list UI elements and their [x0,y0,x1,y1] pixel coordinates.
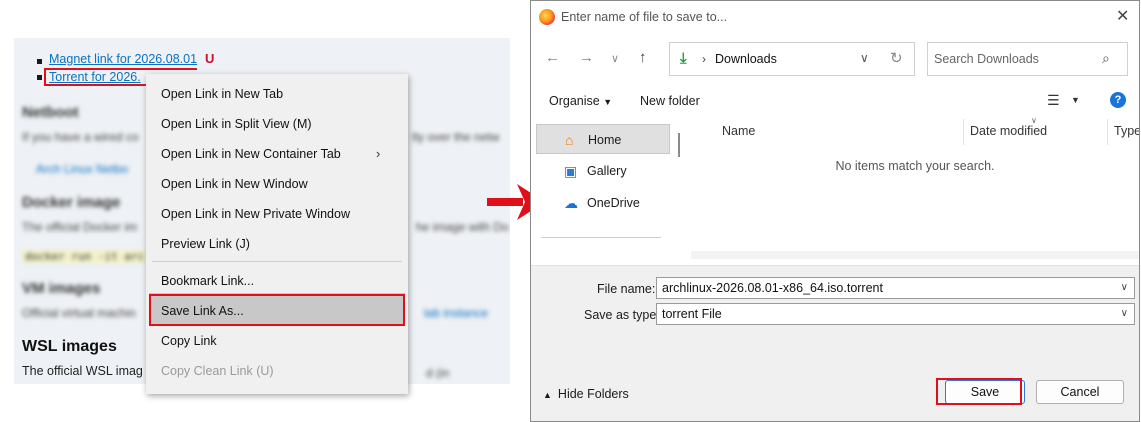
forward-arrow-icon[interactable]: → [579,49,594,66]
up-arrow-icon[interactable]: ↑ [639,49,647,66]
organise-button[interactable]: Organise ▼ [549,94,612,108]
dialog-title: Enter name of file to save to... [561,10,728,24]
chevron-right-icon: › [376,146,381,161]
nav-scrollbar[interactable] [678,133,680,157]
netboot-heading: Netboot [22,104,79,121]
wsl-text-tail: d (in [426,366,450,380]
netboot-text: If you have a wired co [22,130,139,144]
caret-down-icon[interactable]: ▼ [1071,95,1080,105]
close-icon[interactable]: ✕ [1116,6,1129,26]
dialog-buttons: ▲ Hide Folders Save Cancel [531,365,1139,421]
cloud-icon: ☁ [564,195,578,211]
home-icon: ⌂ [565,132,574,148]
list-bullet [37,59,42,64]
horizontal-scrollbar[interactable] [691,251,1139,259]
netboot-link: Arch Linux Netbo [36,162,129,176]
gallery-icon: ▣ [564,163,578,179]
file-name-value[interactable]: archlinux-2026.08.01-x86_64.iso.torrent [662,281,883,295]
context-menu: Open Link in New Tab Open Link in Split … [146,74,408,394]
vm-heading: VM images [22,280,101,297]
firefox-icon [539,9,555,25]
nav-item-label: Home [588,133,622,147]
address-bar[interactable]: ⤓ › Downloads ∨ ↻ [669,42,915,76]
menu-copy-clean-link: Copy Clean Link (U) [161,364,274,378]
save-type-label: Save as type: [584,308,660,322]
nav-item-onedrive[interactable]: ☁ OneDrive [536,188,670,218]
nav-item-gallery[interactable]: ▣ Gallery [536,156,670,186]
annotation-torrent-bottom [44,84,146,86]
navigation-row: ← → ∨ ↑ ⤓ › Downloads ∨ ↻ ⌕ [531,39,1139,79]
annotation-torrent-top [44,68,197,71]
menu-preview-link[interactable]: Preview Link (J) [161,237,250,251]
search-icon[interactable]: ⌕ [1102,50,1110,67]
refresh-icon[interactable]: ↻ [890,49,903,67]
view-options-icon[interactable]: ☰ [1047,92,1060,109]
chevron-down-icon[interactable]: ∨ [860,51,869,65]
save-type-select[interactable]: torrent File ∨ [656,303,1135,325]
file-name-label: File name: [597,282,656,296]
chevron-right-icon: › [702,52,706,66]
file-list: Name ∨ Date modified Type No items match… [691,116,1139,261]
column-separator [963,119,964,145]
caret-down-icon: ▼ [603,97,613,107]
navigation-pane: ⌂ Home ▣ Gallery ☁ OneDrive [531,119,683,261]
save-type-value[interactable]: torrent File [662,307,722,321]
wsl-heading: WSL images [22,338,117,355]
organise-label: Organise [549,94,600,108]
magnet-link[interactable]: Magnet link for 2026.08.01 [49,52,197,66]
hide-folders-button[interactable]: ▲ Hide Folders [543,387,629,401]
search-box[interactable]: ⌕ [927,42,1128,76]
nav-item-label: Gallery [587,164,627,178]
browser-page: Magnet link for 2026.08.01 U Torrent for… [0,0,510,422]
back-arrow-icon[interactable]: ← [545,49,560,66]
netboot-text-tail: tly over the netw [412,130,500,144]
download-icon: ⤓ [680,50,687,67]
vm-text: Official virtual machin [22,306,136,320]
nav-item-label: OneDrive [587,196,640,210]
menu-open-container-tab[interactable]: Open Link in New Container Tab [161,147,341,161]
nav-separator [541,237,661,238]
menu-separator [152,261,402,262]
docker-text: The official Docker im [22,220,138,234]
column-header-type[interactable]: Type [1114,124,1139,138]
wsl-text: The official WSL imag [22,364,143,378]
docker-heading: Docker image [22,194,121,211]
column-header-date[interactable]: Date modified [970,124,1047,138]
menu-open-new-window[interactable]: Open Link in New Window [161,177,308,191]
menu-copy-link[interactable]: Copy Link [161,334,217,348]
chevron-down-icon[interactable]: ∨ [1121,282,1128,293]
menu-bookmark-link[interactable]: Bookmark Link... [161,274,254,288]
docker-text-tail: he image with Do [416,220,509,234]
nav-item-home[interactable]: ⌂ Home [536,124,670,154]
dialog-titlebar: Enter name of file to save to... ✕ [531,1,1139,33]
file-name-field[interactable]: archlinux-2026.08.01-x86_64.iso.torrent … [656,277,1135,299]
caret-up-icon: ▲ [543,390,552,400]
save-dialog: Enter name of file to save to... ✕ ← → ∨… [530,0,1140,422]
docker-code: docker run -it arc [22,250,148,263]
column-header-name[interactable]: Name [722,124,755,138]
dialog-toolbar: Organise ▼ New folder ☰ ▼ ? [531,86,1139,116]
cancel-button[interactable]: Cancel [1036,380,1124,404]
recent-locations-icon[interactable]: ∨ [611,52,619,65]
menu-open-split-view[interactable]: Open Link in Split View (M) [161,117,312,131]
column-separator [1107,119,1108,145]
annotation-save-button [936,378,1022,405]
hide-folders-label: Hide Folders [557,387,629,401]
menu-open-private-window[interactable]: Open Link in New Private Window [161,207,350,221]
vm-link: lab instance [424,306,489,320]
chevron-down-icon[interactable]: ∨ [1121,308,1128,319]
magnet-icon: U [205,51,215,66]
menu-open-new-tab[interactable]: Open Link in New Tab [161,87,283,101]
help-icon[interactable]: ? [1110,92,1126,108]
save-form: File name: archlinux-2026.08.01-x86_64.i… [531,265,1139,365]
address-location[interactable]: Downloads [715,52,777,66]
new-folder-button[interactable]: New folder [640,94,700,108]
search-input[interactable] [934,49,1094,69]
annotation-save-link-as [149,294,405,326]
empty-message: No items match your search. [835,159,995,173]
list-bullet [37,75,42,80]
